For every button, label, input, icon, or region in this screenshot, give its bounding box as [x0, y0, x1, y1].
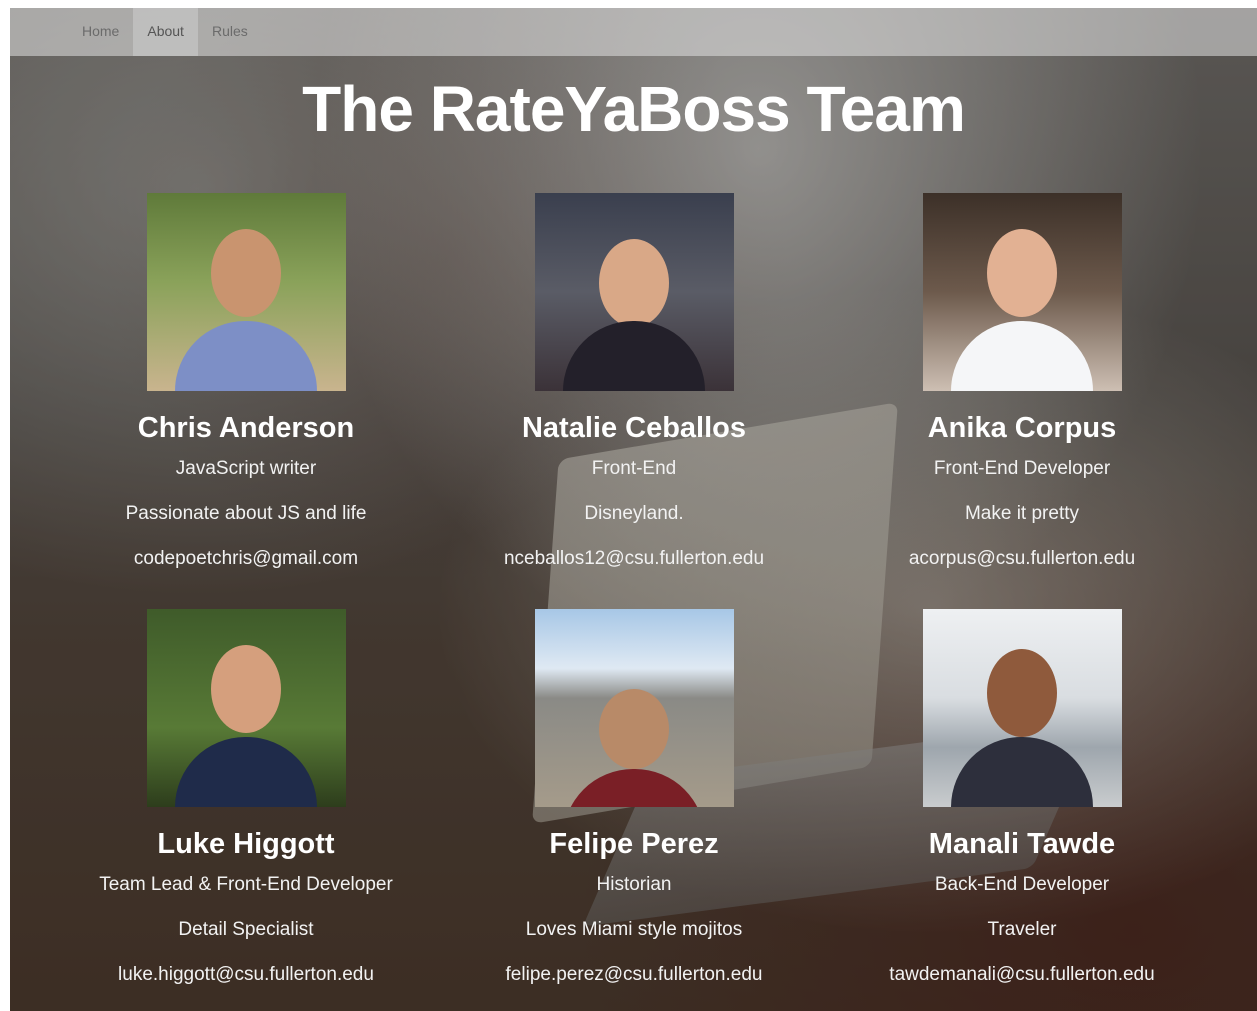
member-name: Anika Corpus: [927, 412, 1117, 444]
member-tagline: Loves Miami style mojitos: [525, 919, 743, 940]
about-page: Home About Rules The RateYaBoss Team Chr…: [10, 8, 1257, 1011]
member-email: luke.higgott@csu.fullerton.edu: [118, 964, 374, 985]
member-email: felipe.perez@csu.fullerton.edu: [505, 964, 763, 985]
nav-links: Home About Rules: [68, 8, 262, 56]
team-member-card: Chris Anderson JavaScript writer Passion…: [86, 193, 406, 570]
member-tagline: Make it pretty: [964, 503, 1080, 524]
member-photo: [922, 193, 1122, 391]
member-tagline: Passionate about JS and life: [125, 503, 367, 524]
nav-link-rules[interactable]: Rules: [198, 8, 262, 56]
team-member-card: Luke Higgott Team Lead & Front-End Devel…: [86, 609, 406, 986]
top-navbar: Home About Rules: [10, 8, 1257, 56]
member-role: Front-End Developer: [933, 458, 1111, 479]
member-email: tawdemanali@csu.fullerton.edu: [889, 964, 1155, 985]
member-role: Team Lead & Front-End Developer: [99, 874, 393, 895]
member-name: Luke Higgott: [157, 828, 335, 860]
team-member-card: Natalie Ceballos Front-End Disneyland. n…: [474, 193, 794, 570]
member-role: Front-End: [591, 458, 677, 479]
member-photo: [534, 193, 734, 391]
member-name: Felipe Perez: [549, 828, 719, 860]
member-email: codepoetchris@gmail.com: [133, 548, 359, 569]
member-role: Historian: [596, 874, 672, 895]
page-title: The RateYaBoss Team: [302, 73, 966, 145]
member-photo: [146, 193, 346, 391]
nav-link-home[interactable]: Home: [68, 8, 133, 56]
team-member-card: Anika Corpus Front-End Developer Make it…: [862, 193, 1182, 570]
member-name: Chris Anderson: [137, 412, 355, 444]
team-member-card: Felipe Perez Historian Loves Miami style…: [474, 609, 794, 986]
member-email: nceballos12@csu.fullerton.edu: [503, 548, 765, 569]
member-tagline: Disneyland.: [584, 503, 684, 524]
member-email: acorpus@csu.fullerton.edu: [908, 548, 1136, 569]
member-photo: [146, 609, 346, 807]
member-tagline: Detail Specialist: [178, 919, 314, 940]
member-role: Back-End Developer: [934, 874, 1110, 895]
member-tagline: Traveler: [987, 919, 1057, 940]
member-name: Manali Tawde: [928, 828, 1116, 860]
nav-link-about[interactable]: About: [133, 8, 198, 56]
team-member-card: Manali Tawde Back-End Developer Traveler…: [862, 609, 1182, 986]
member-name: Natalie Ceballos: [521, 412, 747, 444]
member-photo: [534, 609, 734, 807]
member-role: JavaScript writer: [175, 458, 317, 479]
member-photo: [922, 609, 1122, 807]
